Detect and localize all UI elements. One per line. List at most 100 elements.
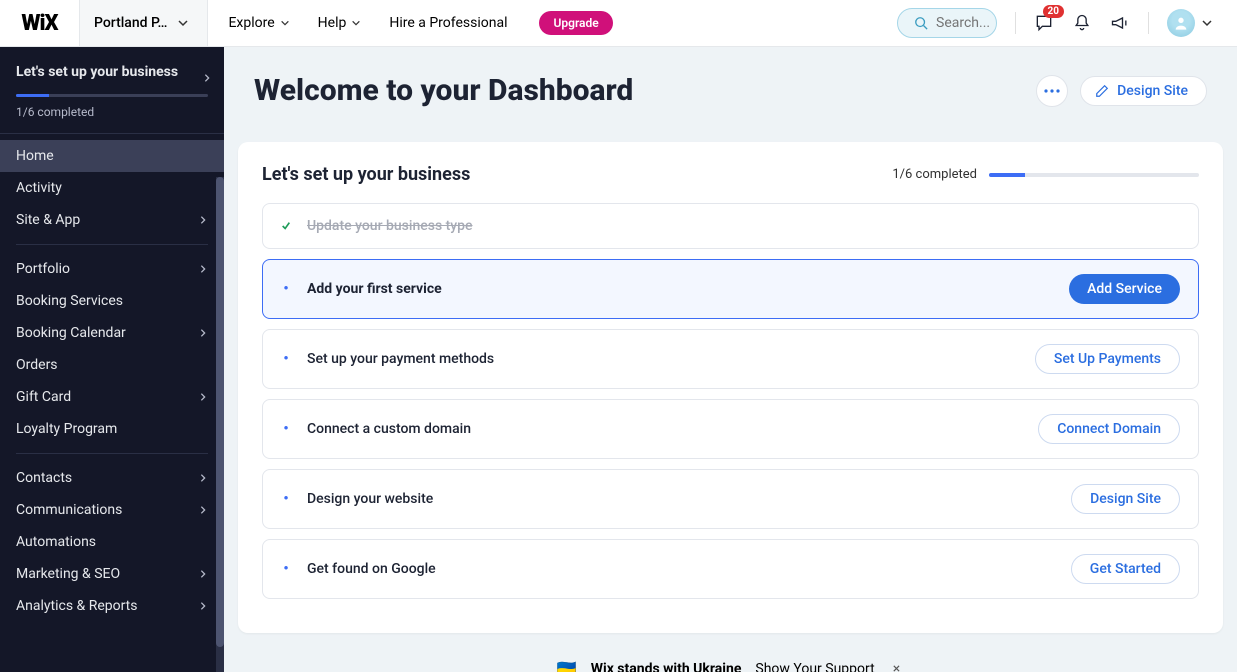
inbox-button[interactable]: 20 [1034,13,1054,33]
sidebar-item-site-app[interactable]: Site & App [0,204,224,236]
nav-separator [16,244,208,245]
sidebar-item-marketing-seo[interactable]: Marketing & SEO [0,558,224,590]
bell-icon [1072,13,1092,33]
main-header: Welcome to your Dashboard Design Site [224,47,1237,126]
setup-card-title: Let's set up your business [262,164,470,185]
ukraine-banner-text: Wix stands with Ukraine [591,661,742,672]
inbox-badge: 20 [1043,5,1064,18]
sidebar-item-activity[interactable]: Activity [0,172,224,204]
chevron-right-icon [198,505,208,515]
sidebar-item-analytics-reports[interactable]: Analytics & Reports [0,590,224,622]
setup-step-row[interactable]: Update your business type [262,203,1199,249]
sidebar-item-label: Automations [16,534,96,550]
search-input[interactable] [936,15,992,31]
chevron-down-icon [351,18,361,28]
main-content: Welcome to your Dashboard Design Site Le… [224,47,1237,672]
chevron-right-icon [198,215,208,225]
avatar [1167,9,1195,37]
sidebar-item-label: Gift Card [16,389,71,405]
bullet-icon: • [281,494,291,504]
wix-logo-text: WiX [21,11,57,36]
step-action-set-up-payments-button[interactable]: Set Up Payments [1035,344,1180,374]
search-box[interactable] [897,8,997,38]
sidebar-item-booking-calendar[interactable]: Booking Calendar [0,317,224,349]
chevron-right-icon [198,569,208,579]
setup-step-row[interactable]: •Set up your payment methodsSet Up Payme… [262,329,1199,389]
sidebar-item-label: Portfolio [16,261,70,277]
sidebar-item-orders[interactable]: Orders [0,349,224,381]
top-right: 20 [897,8,1237,38]
sidebar-item-label: Home [16,148,54,164]
chevron-right-icon [198,473,208,483]
setup-step-row[interactable]: • Get found on Google Get Started [262,539,1199,599]
sidebar-item-label: Activity [16,180,62,196]
sidebar-setup-block[interactable]: Let's set up your business 1/6 completed [0,47,224,134]
setup-step-row[interactable]: •Connect a custom domainConnect Domain [262,399,1199,459]
setup-card-progress-track [989,173,1199,177]
sidebar-item-communications[interactable]: Communications [0,494,224,526]
pencil-icon [1095,84,1109,98]
top-menu-explore[interactable]: Explore [228,15,289,31]
account-menu[interactable] [1167,9,1213,37]
setup-step-label: Set up your payment methods [307,351,494,367]
notifications-button[interactable] [1072,13,1092,33]
ukraine-banner-close[interactable]: × [889,661,904,672]
sidebar-item-loyalty-program[interactable]: Loyalty Program [0,413,224,445]
more-actions-button[interactable] [1036,75,1068,107]
sidebar-item-label: Marketing & SEO [16,566,120,582]
sidebar-item-label: Contacts [16,470,72,486]
checkmark-icon [281,221,291,231]
setup-card-progress-fill [989,173,1025,177]
design-site-button[interactable]: Design Site [1080,76,1207,106]
nav-separator [16,453,208,454]
site-selector[interactable]: Portland P… [80,0,208,46]
ukraine-banner: 🇺🇦 Wix stands with Ukraine Show Your Sup… [224,659,1237,672]
top-bar: WiX Portland P… Explore Help Hire a Prof… [0,0,1237,47]
upgrade-button[interactable]: Upgrade [539,11,612,35]
site-selector-label: Portland P… [94,15,167,31]
sidebar-nav: Home Activity Site & App Portfolio Booking S… [0,134,224,622]
setup-step-label: Get found on Google [307,561,436,577]
sidebar: Let's set up your business 1/6 completed… [0,47,224,672]
megaphone-icon [1110,13,1130,33]
ukraine-banner-link[interactable]: Show Your Support [755,661,874,672]
sidebar-item-label: Analytics & Reports [16,598,138,614]
sidebar-item-booking-services[interactable]: Booking Services [0,285,224,317]
step-action-get-started-button[interactable]: Get Started [1071,554,1180,584]
sidebar-setup-progress [16,94,208,97]
sidebar-setup-progress-fill [16,94,49,97]
top-menu-help-label: Help [318,15,347,31]
sidebar-item-automations[interactable]: Automations [0,526,224,558]
chevron-down-icon [177,17,189,29]
top-menu-help[interactable]: Help [318,15,362,31]
sidebar-item-label: Orders [16,357,58,373]
bullet-icon: • [281,564,291,574]
top-menu-hire[interactable]: Hire a Professional [389,15,507,31]
sidebar-item-contacts[interactable]: Contacts [0,462,224,494]
setup-step-label: Update your business type [307,218,473,234]
chevron-right-icon [198,392,208,402]
bullet-icon: • [281,284,291,294]
sidebar-item-portfolio[interactable]: Portfolio [0,253,224,285]
announcements-button[interactable] [1110,13,1130,33]
upgrade-button-label: Upgrade [553,16,598,30]
setup-step-row[interactable]: • Add your first service Add Service [262,259,1199,319]
setup-step-label: Add your first service [307,281,442,297]
wix-logo[interactable]: WiX [0,0,80,46]
sidebar-item-gift-card[interactable]: Gift Card [0,381,224,413]
search-icon [914,16,928,30]
step-action-add-service-button[interactable]: Add Service [1069,274,1180,304]
step-action-connect-domain-button[interactable]: Connect Domain [1038,414,1180,444]
setup-card-progress: 1/6 completed [892,167,1199,182]
setup-step-label: Design your website [307,491,433,507]
setup-card-progress-text: 1/6 completed [892,167,977,182]
scrollbar[interactable] [216,177,224,672]
step-action-design-site-button[interactable]: Design Site [1071,484,1180,514]
setup-steps-list: Update your business type • Add your first… [262,203,1199,599]
sidebar-item-home[interactable]: Home [0,140,224,172]
header-actions: Design Site [1036,75,1207,107]
setup-step-row[interactable]: • Design your website Design Site [262,469,1199,529]
setup-card-header: Let's set up your business 1/6 completed [262,164,1199,185]
sidebar-item-label: Booking Calendar [16,325,126,341]
bullet-icon: • [281,424,291,434]
